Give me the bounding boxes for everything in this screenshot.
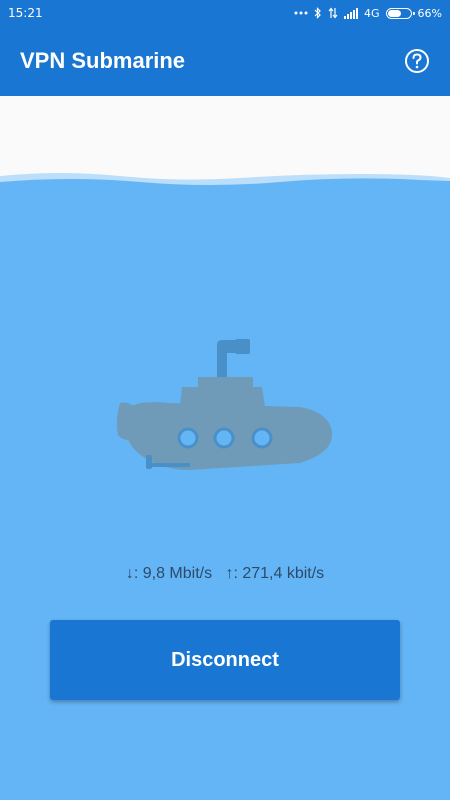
submarine-icon bbox=[116, 339, 332, 470]
battery-percent: 66% bbox=[417, 6, 442, 20]
status-icons: 4G 66% bbox=[294, 7, 442, 20]
dots-icon bbox=[294, 11, 308, 15]
speed-separator bbox=[212, 565, 225, 582]
status-bar: 15:21 4G 66% bbox=[0, 0, 450, 26]
disconnect-label: Disconnect bbox=[171, 648, 279, 671]
app-title: VPN Submarine bbox=[20, 48, 186, 73]
water-surface bbox=[0, 173, 450, 196]
help-circle-icon bbox=[405, 49, 429, 73]
speed-readout: ↓: 9,8 Mbit/s ↑: 271,4 kbit/s bbox=[0, 565, 450, 583]
bluetooth-icon bbox=[314, 7, 322, 19]
upload-speed: ↑: 271,4 kbit/s bbox=[225, 565, 325, 582]
app-bar: VPN Submarine bbox=[0, 26, 450, 96]
disconnect-button[interactable]: Disconnect bbox=[50, 620, 400, 700]
status-time: 15:21 bbox=[8, 6, 43, 20]
download-speed: ↓: 9,8 Mbit/s bbox=[125, 565, 213, 582]
network-type: 4G bbox=[364, 6, 380, 20]
battery-icon bbox=[385, 7, 415, 19]
signal-icon bbox=[344, 7, 359, 19]
help-button[interactable] bbox=[404, 48, 430, 74]
battery-tip bbox=[412, 11, 415, 15]
vpn-screen: 15:21 4G 66% VPN Submarine ↓: 9,8 Mbit/s… bbox=[0, 0, 450, 800]
data-transfer-icon bbox=[328, 7, 338, 19]
battery-fill bbox=[387, 9, 401, 17]
